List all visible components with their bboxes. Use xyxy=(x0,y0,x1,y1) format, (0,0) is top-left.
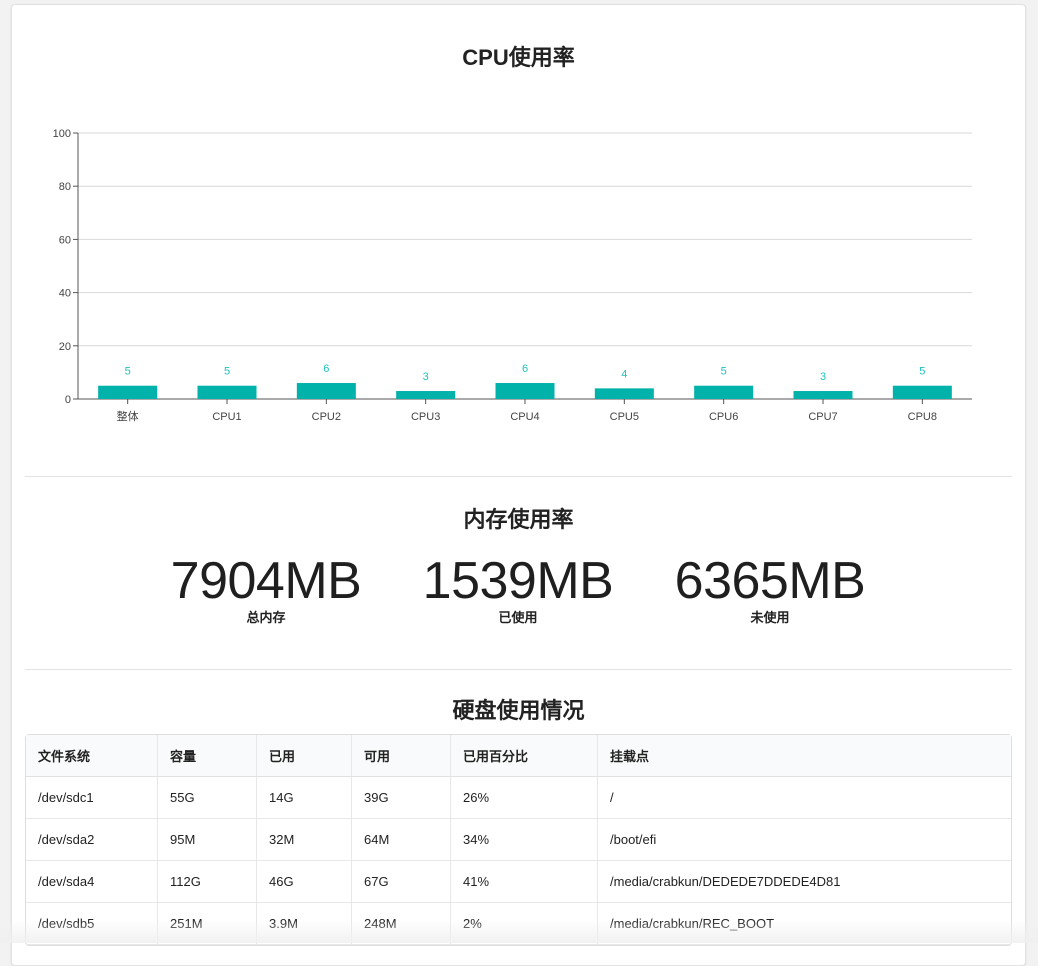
x-tick-label: CPU8 xyxy=(908,411,937,423)
bar-value-label: 6 xyxy=(522,363,528,375)
table-cell: 95M xyxy=(157,819,256,861)
table-cell: /dev/sda4 xyxy=(26,861,157,903)
bar xyxy=(892,385,952,399)
table-cell: 112G xyxy=(157,861,256,903)
bar-value-label: 5 xyxy=(224,366,230,378)
x-tick-label: CPU5 xyxy=(610,411,639,423)
table-cell: / xyxy=(597,777,1011,819)
table-header-row: 文件系统 容量 已用 可用 已用百分比 挂载点 xyxy=(26,735,1011,777)
x-tick-label: CPU3 xyxy=(411,411,440,423)
y-tick-label: 60 xyxy=(59,234,71,246)
x-tick-label: CPU1 xyxy=(212,411,241,423)
column-header: 已用 xyxy=(256,735,351,777)
y-tick-label: 20 xyxy=(59,341,71,353)
column-header: 已用百分比 xyxy=(450,735,597,777)
table-cell: 41% xyxy=(450,861,597,903)
table-cell: 26% xyxy=(450,777,597,819)
bar-value-label: 3 xyxy=(820,371,826,383)
y-tick-label: 80 xyxy=(59,181,71,193)
y-tick-label: 0 xyxy=(65,394,71,406)
table-cell: 32M xyxy=(256,819,351,861)
table-cell: 39G xyxy=(351,777,450,819)
table-cell: /boot/efi xyxy=(597,819,1011,861)
table-row: /dev/sdc1 55G 14G 39G 26% / xyxy=(26,777,1011,819)
divider xyxy=(25,669,1012,670)
bar xyxy=(594,388,654,399)
bottom-fade xyxy=(0,920,1038,943)
memory-free-value: 6365MB xyxy=(674,552,866,610)
table-cell: 67G xyxy=(351,861,450,903)
bar xyxy=(495,383,555,399)
cpu-usage-chart: 0 20 40 60 80 100 5 整体 5 CPU1 6 CPU2 3 CPU3 6 CPU4 4 CPU5… xyxy=(53,128,972,423)
table-cell: 55G xyxy=(157,777,256,819)
table-cell: /dev/sdc1 xyxy=(26,777,157,819)
table-cell: /media/crabkun/DEDEDE7DDEDE4D81 xyxy=(597,861,1011,903)
bar-value-label: 6 xyxy=(323,363,329,375)
bar-value-label: 4 xyxy=(621,368,627,380)
column-header: 文件系统 xyxy=(26,735,157,777)
memory-section-title: 内存使用率 xyxy=(463,507,574,532)
table-cell: /dev/sda2 xyxy=(26,819,157,861)
x-tick-label: CPU6 xyxy=(709,411,738,423)
bar xyxy=(296,383,356,399)
bar-value-label: 5 xyxy=(721,366,727,378)
y-tick-label: 40 xyxy=(59,288,71,300)
table-row: /dev/sda4 112G 46G 67G 41%/media/crabkun/DED… xyxy=(26,861,1011,903)
bar-value-label: 5 xyxy=(919,366,925,378)
bar xyxy=(396,391,456,399)
x-tick-label: CPU4 xyxy=(510,411,539,423)
bar xyxy=(793,391,853,399)
x-tick-label: 整体 xyxy=(117,409,139,423)
bar-value-label: 3 xyxy=(423,371,429,383)
table-cell: 14G xyxy=(256,777,351,819)
bar xyxy=(98,385,158,399)
disk-section-title: 硬盘使用情况 xyxy=(452,698,585,723)
x-tick-label: CPU7 xyxy=(808,411,837,423)
table-cell: 34% xyxy=(450,819,597,861)
x-tick-label: CPU2 xyxy=(312,411,341,423)
table-cell: 64M xyxy=(351,819,450,861)
memory-free-stat: 6365MB 未使用 xyxy=(645,553,895,626)
column-header: 容量 xyxy=(157,735,256,777)
bar xyxy=(197,385,257,399)
divider xyxy=(25,476,1012,477)
y-tick-label: 100 xyxy=(53,128,71,140)
bar xyxy=(694,385,754,399)
table-cell: 46G xyxy=(256,861,351,903)
bar-value-label: 5 xyxy=(125,366,131,378)
column-header: 可用 xyxy=(351,735,450,777)
column-header: 挂载点 xyxy=(597,735,1011,777)
disk-usage-table: 文件系统 容量 已用 可用 已用百分比 挂载点 /dev/sdc1 55G 14G 3… xyxy=(25,734,1012,946)
dashboard-card: CPU使用率 0 20 40 60 80 100 5 整体 5 CPU1 6 CPU2 3 CPU3 6 CP… xyxy=(11,4,1026,966)
memory-used-value: 1539MB xyxy=(422,552,614,610)
memory-total-stat: 7904MB 总内存 xyxy=(141,553,391,626)
memory-total-value: 7904MB xyxy=(170,552,362,610)
table-row: /dev/sda2 95M 32M 64M 34%/boot/efi xyxy=(26,819,1011,861)
memory-used-stat: 1539MB 已使用 xyxy=(393,553,643,626)
